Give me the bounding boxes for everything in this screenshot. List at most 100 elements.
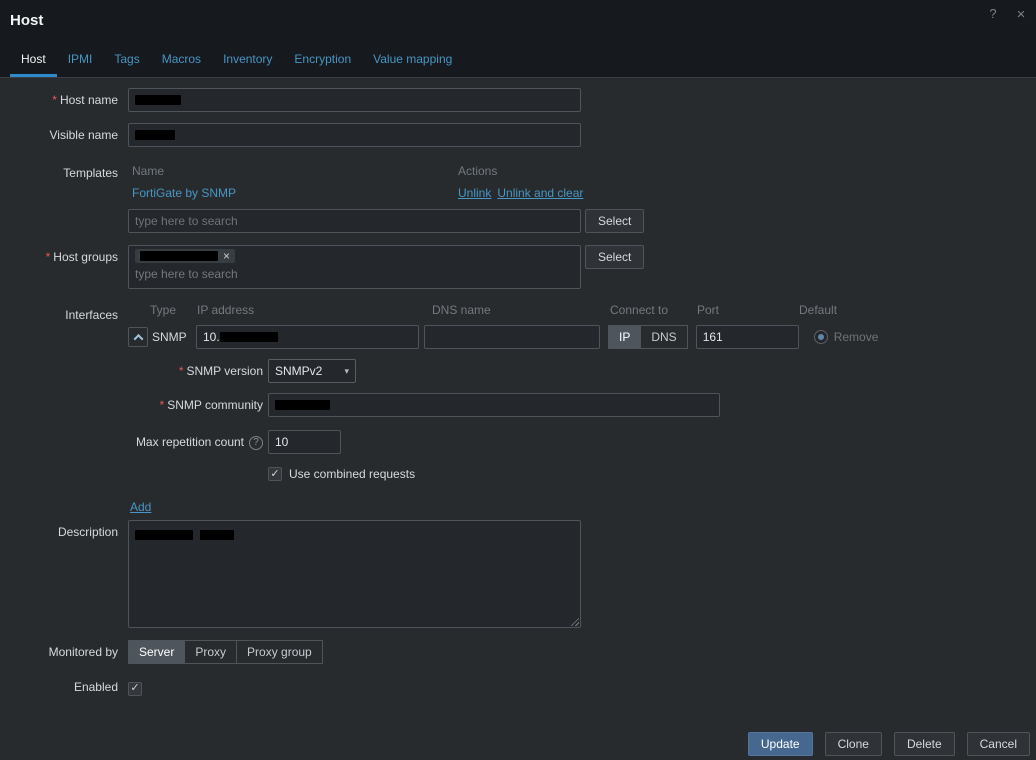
tab-bar: Host IPMI Tags Macros Inventory Encrypti… bbox=[10, 43, 1026, 77]
monitored-by-proxy-group-button[interactable]: Proxy group bbox=[237, 640, 323, 664]
visible-name-input[interactable] bbox=[128, 123, 581, 147]
templates-actions-column: Actions bbox=[458, 164, 497, 178]
tab-value-mapping[interactable]: Value mapping bbox=[362, 43, 463, 77]
templates-label: Templates bbox=[0, 161, 118, 185]
host-form: *Host name Visible name Templates Nam bbox=[0, 78, 1036, 699]
help-circle-icon[interactable]: ? bbox=[249, 436, 263, 450]
host-name-input[interactable] bbox=[128, 88, 581, 112]
host-groups-select-button[interactable]: Select bbox=[585, 245, 644, 269]
tab-encryption[interactable]: Encryption bbox=[283, 43, 362, 77]
snmp-community-input[interactable] bbox=[268, 393, 720, 417]
combined-requests-row: ✓ Use combined requests bbox=[128, 467, 878, 481]
description-row: Description bbox=[0, 520, 1026, 628]
unlink-and-clear-link[interactable]: Unlink and clear bbox=[497, 186, 583, 200]
add-interface-link[interactable]: Add bbox=[130, 500, 151, 514]
check-icon: ✓ bbox=[130, 683, 139, 694]
tab-macros[interactable]: Macros bbox=[151, 43, 212, 77]
required-asterisk: * bbox=[179, 364, 184, 378]
templates-row: Templates Name Actions FortiGate by SNMP… bbox=[0, 161, 1026, 233]
snmp-version-select[interactable]: SNMPv2 ▾ bbox=[268, 359, 356, 383]
host-name-row: *Host name bbox=[0, 88, 1026, 112]
check-icon: ✓ bbox=[270, 469, 279, 480]
tab-tags[interactable]: Tags bbox=[103, 43, 150, 77]
modal-title: Host bbox=[10, 12, 1026, 29]
templates-column-headers: Name Actions bbox=[128, 161, 644, 184]
max-repetition-row: Max repetition count? bbox=[128, 430, 878, 454]
template-link[interactable]: FortiGate by SNMP bbox=[132, 186, 458, 200]
chevron-up-icon bbox=[133, 333, 143, 343]
tab-ipmi[interactable]: IPMI bbox=[57, 43, 104, 77]
delete-button[interactable]: Delete bbox=[894, 732, 955, 756]
col-default: Default bbox=[799, 303, 837, 317]
remove-chip-icon[interactable]: × bbox=[223, 251, 230, 261]
monitored-by-row: Monitored by Server Proxy Proxy group bbox=[0, 640, 1026, 664]
redacted-visible-name bbox=[135, 130, 175, 140]
help-icon[interactable]: ? bbox=[986, 6, 1000, 23]
update-button[interactable]: Update bbox=[748, 732, 813, 756]
templates-name-column: Name bbox=[132, 164, 458, 178]
redacted-description bbox=[200, 530, 234, 540]
snmp-community-row: *SNMP community bbox=[128, 393, 878, 417]
chevron-down-icon: ▾ bbox=[344, 366, 349, 377]
add-interface-row: Add bbox=[128, 497, 878, 516]
interface-dns-input[interactable] bbox=[424, 325, 600, 349]
host-groups-row: *Host groups × type here to search Selec… bbox=[0, 245, 1026, 289]
template-select-button[interactable]: Select bbox=[585, 209, 644, 233]
dialog-footer: Update Clone Delete Cancel bbox=[748, 732, 1030, 756]
col-type: Type bbox=[150, 303, 176, 317]
unlink-link[interactable]: Unlink bbox=[458, 186, 491, 200]
visible-name-label: Visible name bbox=[0, 123, 118, 147]
interfaces-column-headers: Type IP address DNS name Connect to Port… bbox=[128, 303, 878, 321]
use-combined-requests-checkbox[interactable]: ✓ bbox=[268, 467, 282, 481]
interface-ip-input[interactable]: 10. bbox=[196, 325, 419, 349]
use-combined-requests-label: Use combined requests bbox=[289, 467, 415, 481]
col-connect-to: Connect to bbox=[610, 303, 668, 317]
host-groups-search-placeholder[interactable]: type here to search bbox=[135, 266, 574, 282]
enabled-row: Enabled ✓ bbox=[0, 675, 1026, 699]
header-icons: ? × bbox=[986, 6, 1028, 23]
col-ip-address: IP address bbox=[197, 303, 254, 317]
description-textarea[interactable] bbox=[128, 520, 581, 628]
snmp-interface-row: SNMP 10. IP DNS Remove bbox=[128, 325, 878, 349]
remove-interface-label: Remove bbox=[834, 330, 879, 344]
required-asterisk: * bbox=[46, 250, 51, 264]
max-repetition-label: Max repetition count? bbox=[128, 430, 263, 454]
interfaces-row: Interfaces Type IP address DNS name Conn… bbox=[0, 303, 1026, 516]
connect-ip-button[interactable]: IP bbox=[608, 325, 641, 349]
interface-port-input[interactable] bbox=[696, 325, 799, 349]
redacted-description bbox=[135, 530, 193, 540]
host-group-chip: × bbox=[135, 249, 235, 263]
monitored-by-server-button[interactable]: Server bbox=[128, 640, 185, 664]
redacted-host-group bbox=[140, 251, 218, 261]
template-search-input[interactable] bbox=[128, 209, 581, 233]
monitored-by-toggle: Server Proxy Proxy group bbox=[128, 640, 323, 664]
snmp-community-label: *SNMP community bbox=[128, 393, 263, 417]
ip-visible-prefix: 10. bbox=[203, 330, 220, 344]
monitored-by-label: Monitored by bbox=[0, 640, 118, 664]
enabled-checkbox[interactable]: ✓ bbox=[128, 682, 142, 696]
col-port: Port bbox=[697, 303, 719, 317]
tab-inventory[interactable]: Inventory bbox=[212, 43, 283, 77]
host-name-label: *Host name bbox=[0, 88, 118, 112]
host-modal: Host ? × Host IPMI Tags Macros Inventory… bbox=[0, 0, 1036, 699]
description-label: Description bbox=[0, 520, 118, 544]
linked-template-row: FortiGate by SNMP Unlink Unlink and clea… bbox=[128, 184, 644, 209]
default-interface-radio[interactable] bbox=[814, 330, 828, 344]
enabled-label: Enabled bbox=[0, 675, 118, 699]
collapse-interface-button[interactable] bbox=[128, 327, 148, 347]
close-icon[interactable]: × bbox=[1014, 6, 1028, 23]
tab-host[interactable]: Host bbox=[10, 43, 57, 77]
connect-to-toggle: IP DNS bbox=[608, 325, 688, 349]
connect-dns-button[interactable]: DNS bbox=[641, 325, 687, 349]
resize-handle-icon[interactable] bbox=[568, 615, 579, 626]
snmp-version-row: *SNMP version SNMPv2 ▾ bbox=[128, 359, 878, 383]
max-repetition-input[interactable] bbox=[268, 430, 341, 454]
interface-type-label: SNMP bbox=[152, 330, 190, 344]
host-groups-multiselect[interactable]: × type here to search bbox=[128, 245, 581, 289]
required-asterisk: * bbox=[160, 398, 165, 412]
cancel-button[interactable]: Cancel bbox=[967, 732, 1030, 756]
modal-header: Host ? × Host IPMI Tags Macros Inventory… bbox=[0, 0, 1036, 77]
monitored-by-proxy-button[interactable]: Proxy bbox=[185, 640, 237, 664]
redacted-host-name bbox=[135, 95, 181, 105]
clone-button[interactable]: Clone bbox=[825, 732, 882, 756]
